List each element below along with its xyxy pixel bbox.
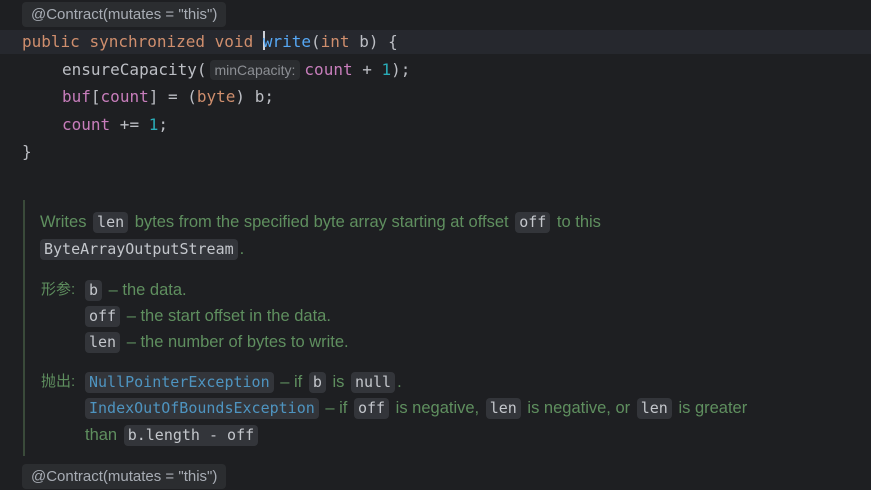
field-count: count [62, 115, 111, 134]
keyword-byte: byte [196, 87, 236, 106]
throws-ioobe-line-1: IndexOutOfBoundsException – if off is ne… [83, 395, 747, 421]
link-indexoutofboundsexception[interactable]: IndexOutOfBoundsException [85, 398, 319, 419]
cast-end: ) b; [235, 87, 274, 106]
doc-text: – if [280, 373, 303, 391]
operator-plus-assign: += [110, 115, 149, 134]
code-b-length-minus-off: b.length - off [123, 425, 259, 446]
method-name-rest[interactable]: rite [272, 32, 311, 51]
doc-text: is greater [678, 399, 748, 417]
doc-text: bytes from the specified byte array star… [134, 213, 509, 231]
throws-ioobe-line-2: than b.length - off [85, 422, 260, 448]
doc-text: . [239, 240, 245, 258]
keyword-int: int [320, 32, 350, 51]
throws-label: 抛出: [41, 373, 76, 390]
contract-annotation-bottom[interactable]: @Contract(mutates = "this") [22, 464, 227, 489]
code-null: null [350, 372, 396, 393]
param-b-description: – the data. [108, 281, 187, 299]
doc-text: to this [556, 213, 601, 231]
call-end: ); [391, 60, 411, 79]
doc-description-line-2: ByteArrayOutputStream. [40, 236, 244, 262]
parameter-hint-min-capacity: minCapacity: [209, 60, 301, 80]
paren-open: ( [311, 32, 321, 51]
field-count: count [100, 87, 149, 106]
param-b: b – the data. [83, 277, 187, 303]
doc-text: – if [325, 399, 348, 417]
code-len: len [636, 398, 672, 419]
doc-text: is [332, 373, 345, 391]
contract-annotation-top[interactable]: @Contract(mutates = "this") [22, 2, 227, 27]
code-param-len: len [85, 332, 121, 353]
doc-description-line-1: Writes len bytes from the specified byte… [40, 209, 601, 235]
assign-cast: ] = ( [148, 87, 197, 106]
param-signature: b) { [349, 32, 398, 51]
code-line-count-increment[interactable]: count += 1; [62, 114, 168, 136]
code-off: off [353, 398, 390, 419]
throws-npe: NullPointerException – if b is null. [83, 369, 402, 395]
code-b: b [308, 372, 326, 393]
code-off: off [515, 212, 551, 233]
code-line-closing-brace[interactable]: } [22, 141, 32, 163]
doc-text: than [85, 426, 118, 444]
doc-text: Writes [40, 213, 87, 231]
keyword-public: public [22, 32, 80, 51]
doc-text: . [397, 373, 402, 391]
doc-comment-gutter-bar [23, 200, 25, 456]
doc-text: is negative, [395, 399, 480, 417]
code-line-ensure-capacity[interactable]: ensureCapacity(minCapacity: count + 1); [62, 59, 410, 81]
param-len: len – the number of bytes to write. [83, 329, 349, 355]
param-off-description: – the start offset in the data. [126, 307, 331, 325]
code-param-b: b [85, 280, 103, 301]
operator-plus: + [352, 60, 382, 79]
keyword-void: void [214, 32, 254, 51]
link-nullpointerexception[interactable]: NullPointerException [85, 372, 274, 393]
number-literal: 1 [381, 60, 392, 79]
field-count: count [304, 60, 353, 79]
code-param-off: off [85, 306, 121, 327]
code-len: len [485, 398, 521, 419]
statement-end: ; [158, 115, 168, 134]
bracket-open: [ [90, 87, 101, 106]
params-label: 形参: [41, 281, 76, 298]
doc-text: is negative, or [527, 399, 631, 417]
field-buf: buf [62, 87, 91, 106]
keyword-synchronized: synchronized [89, 32, 206, 51]
number-literal: 1 [148, 115, 159, 134]
code-line-signature[interactable]: public synchronized void write(int b) { [22, 31, 398, 53]
param-off: off – the start offset in the data. [83, 303, 331, 329]
call-ensure-capacity: ensureCapacity( [62, 60, 207, 79]
code-len: len [93, 212, 129, 233]
param-len-description: – the number of bytes to write. [126, 333, 349, 351]
code-bytearrayoutputstream: ByteArrayOutputStream [40, 239, 238, 260]
code-line-buf-assign[interactable]: buf[count] = (byte) b; [62, 86, 274, 108]
